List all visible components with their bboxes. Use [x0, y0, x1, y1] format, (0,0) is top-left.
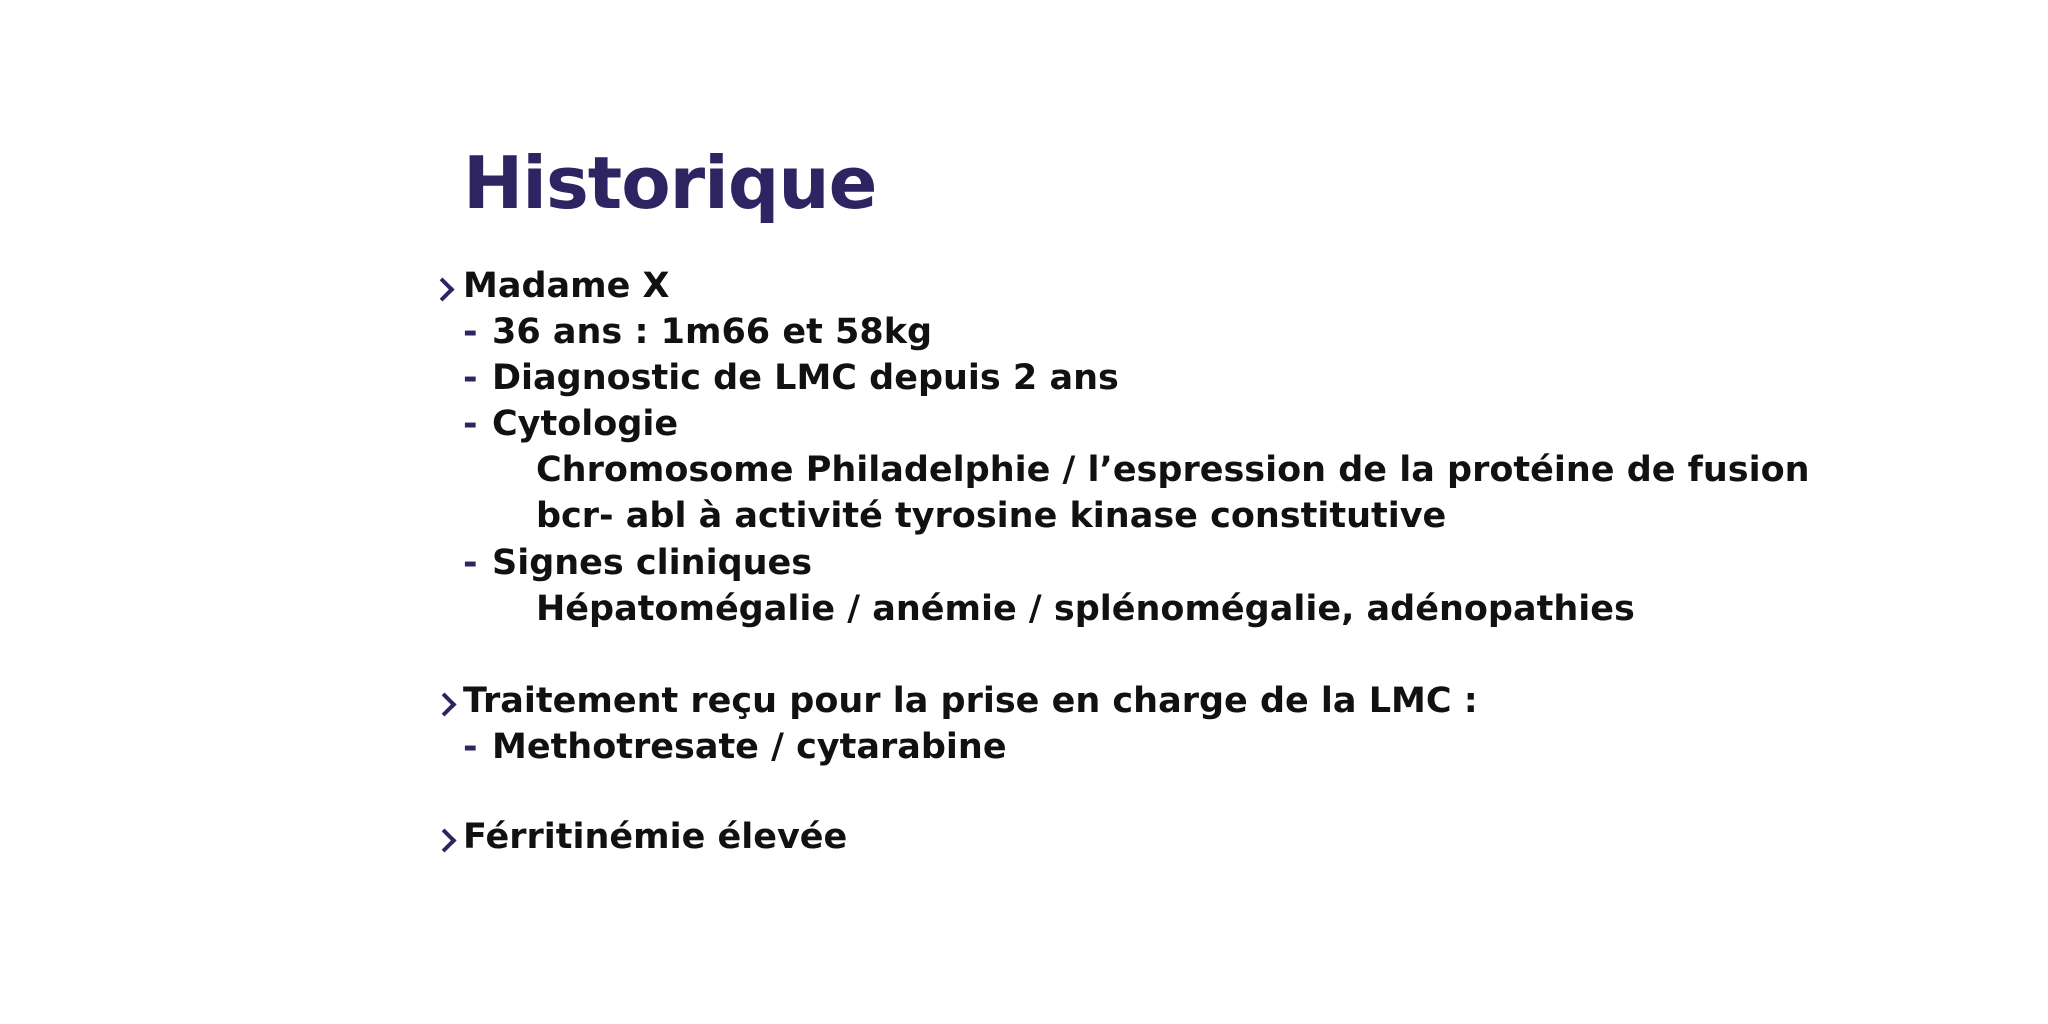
dash-icon: - [463, 312, 478, 352]
bullet-heading-traitement: Traitement reçu pour la prise en charge … [463, 681, 1478, 721]
chevron-right-icon [432, 692, 457, 717]
dash-icon: - [463, 404, 478, 444]
signes-detail: Hépatomégalie / anémie / splénomégalie, … [536, 589, 1635, 629]
sub-item-age: 36 ans : 1m66 et 58kg [492, 312, 933, 352]
sub-item-methotresate: Methotresate / cytarabine [492, 727, 1007, 767]
dash-icon: - [463, 543, 478, 583]
sub-item-cytologie: Cytologie [492, 404, 679, 444]
cytologie-detail-line-2: bcr- abl à activité tyrosine kinase cons… [536, 496, 1447, 536]
slide-title: Historique [463, 141, 877, 225]
dash-icon: - [463, 727, 478, 767]
cytologie-detail-line-1: Chromosome Philadelphie / l’espression d… [536, 450, 1810, 490]
sub-item-diagnostic: Diagnostic de LMC depuis 2 ans [492, 358, 1119, 398]
bullet-heading-patient: Madame X [463, 266, 670, 306]
bullet-heading-ferritinemie: Férritinémie élevée [463, 817, 848, 857]
sub-item-signes: Signes cliniques [492, 543, 813, 583]
chevron-right-icon [430, 277, 455, 302]
chevron-right-icon [432, 828, 457, 853]
dash-icon: - [463, 358, 478, 398]
slide: Historique Madame X - 36 ans : 1m66 et 5… [0, 0, 2048, 1024]
